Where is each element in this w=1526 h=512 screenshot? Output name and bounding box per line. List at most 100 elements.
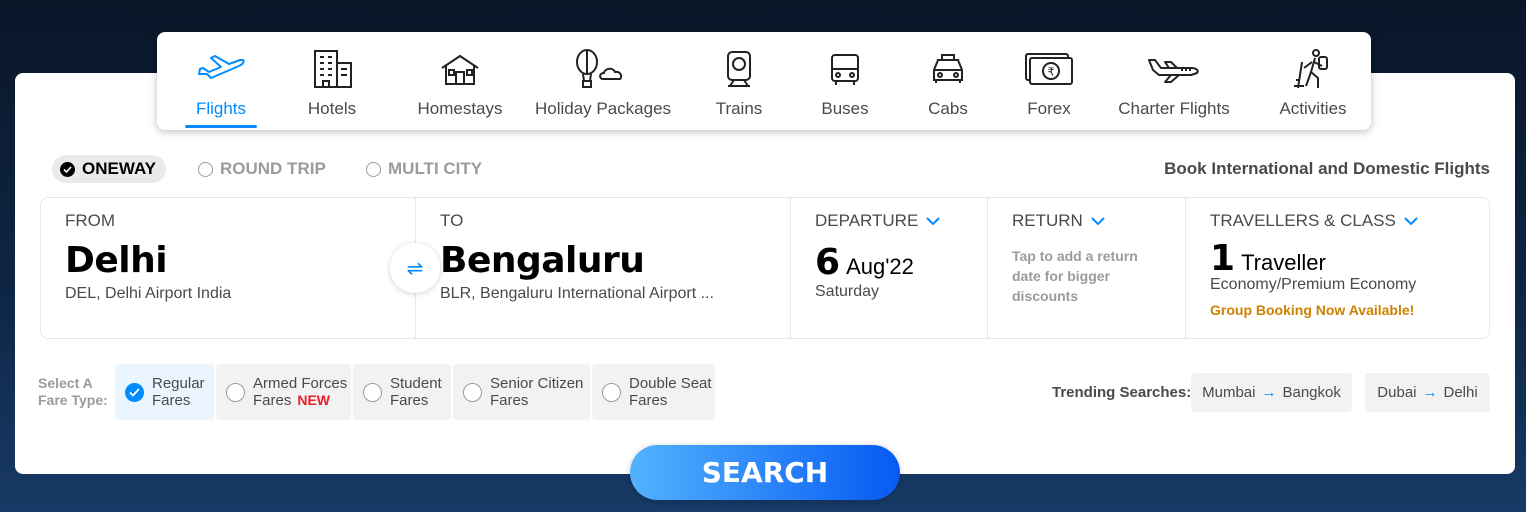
chevron-down-icon (1091, 216, 1105, 225)
fare-option-label: Fares (629, 392, 668, 409)
from-label: FROM (65, 211, 116, 230)
nav-item-hotels[interactable]: Hotels (297, 32, 367, 130)
fare-option-double-seat[interactable]: Double Seat Fares (592, 364, 715, 420)
trip-type-label: MULTI CITY (388, 159, 483, 178)
departure-label-row: DEPARTURE (815, 211, 940, 231)
travel-class: Economy/Premium Economy (1210, 276, 1417, 293)
checked-radio-icon (60, 161, 75, 177)
trend-to: Bangkok (1282, 384, 1341, 401)
radio-icon (366, 161, 381, 177)
radio-icon (226, 382, 245, 402)
fare-type-label-line: Select A (38, 375, 93, 391)
departure-field[interactable]: DEPARTURE 6 Aug'22 Saturday (791, 198, 988, 338)
swap-cities-button[interactable]: ⇌ (390, 243, 440, 293)
nav-item-trains[interactable]: Trains (711, 32, 767, 130)
nav-item-forex[interactable]: ₹ Forex (1021, 32, 1077, 130)
fare-option-label: Armed Forces (253, 375, 348, 392)
balloon-cloud-icon (573, 48, 633, 90)
nav-item-homestays[interactable]: Homestays (415, 32, 505, 130)
plane-icon (195, 48, 247, 90)
trending-search-chip[interactable]: Dubai → Delhi (1365, 373, 1490, 412)
fare-option-label: Fares (152, 392, 191, 409)
trip-type-oneway[interactable]: ONEWAY (52, 155, 166, 183)
nav-item-activities[interactable]: Activities (1275, 32, 1351, 130)
group-booking-link[interactable]: Group Booking Now Available! (1210, 302, 1414, 318)
arrow-right-icon: → (1422, 384, 1438, 401)
return-hint: Tap to add a return date for bigger disc… (1012, 248, 1138, 304)
fare-option-label: Senior Citizen (490, 375, 584, 392)
swap-arrows-icon: ⇌ (406, 257, 424, 280)
hiker-icon (1292, 48, 1334, 90)
fare-option-senior-citizen[interactable]: Senior Citizen Fares (453, 364, 590, 420)
trip-type-label: ONEWAY (82, 159, 157, 178)
return-field[interactable]: RETURN Tap to add a return date for bigg… (988, 198, 1186, 338)
nav-label: Flights (195, 99, 247, 118)
nav-label: Buses (821, 99, 869, 118)
search-button[interactable]: SEARCH (630, 445, 900, 500)
nav-label: Hotels (307, 99, 357, 118)
from-field[interactable]: FROM Delhi DEL, Delhi Airport India (41, 198, 416, 338)
tagline: Book International and Domestic Flights (1164, 159, 1490, 178)
nav-label: Homestays (417, 99, 503, 118)
fare-option-student[interactable]: Student Fares (353, 364, 451, 420)
departure-date: 6 Aug'22 (815, 242, 914, 283)
to-city: Bengaluru (440, 240, 645, 281)
svg-text:₹: ₹ (1048, 66, 1055, 79)
radio-icon (363, 382, 382, 402)
to-airport: BLR, Bengaluru International Airport ... (440, 285, 714, 302)
cab-icon (930, 48, 966, 90)
trend-from: Mumbai (1202, 384, 1256, 401)
bus-icon (828, 48, 862, 90)
departure-label: DEPARTURE (815, 211, 919, 230)
trip-type-multi-city[interactable]: MULTI CITY (366, 155, 482, 183)
nav-item-flights[interactable]: Flights (185, 32, 257, 130)
nav-label: Trains (715, 99, 763, 118)
traveller-number: 1 (1210, 238, 1236, 279)
new-badge: NEW (297, 392, 331, 408)
travellers-class-field[interactable]: TRAVELLERS & CLASS 1 Traveller Economy/P… (1186, 198, 1489, 338)
fare-type-label-line: Fare Type: (38, 392, 108, 408)
nav-label: Cabs (928, 99, 968, 118)
departure-weekday: Saturday (815, 283, 880, 300)
nav-item-buses[interactable]: Buses (817, 32, 873, 130)
checked-radio-icon (125, 382, 144, 402)
trend-from: Dubai (1377, 384, 1417, 401)
rupee-note-icon: ₹ (1024, 48, 1074, 90)
fare-type-label: Select A Fare Type: (38, 375, 108, 409)
active-tab-underline (185, 125, 257, 128)
chevron-down-icon (1404, 216, 1418, 225)
from-city: Delhi (65, 240, 168, 281)
travellers-label: TRAVELLERS & CLASS (1210, 211, 1396, 230)
trip-type-round-trip[interactable]: ROUND TRIP (198, 155, 326, 183)
fare-option-regular[interactable]: Regular Fares (115, 364, 214, 420)
trip-type-label: ROUND TRIP (220, 159, 326, 178)
traveller-count: 1 Traveller (1210, 238, 1326, 279)
fare-option-label: Student (390, 375, 442, 392)
search-fields: FROM Delhi DEL, Delhi Airport India ⇌ TO… (40, 197, 1490, 339)
radio-icon (198, 161, 213, 177)
home-icon (438, 48, 482, 90)
nav-label: Holiday Packages (534, 99, 672, 118)
train-icon (722, 48, 756, 90)
arrow-right-icon: → (1261, 384, 1277, 401)
nav-item-cabs[interactable]: Cabs (923, 32, 973, 130)
trending-searches-label: Trending Searches: (1052, 384, 1192, 401)
chevron-down-icon (926, 216, 940, 225)
radio-icon (463, 382, 482, 402)
to-field[interactable]: TO Bengaluru BLR, Bengaluru Internationa… (416, 198, 791, 338)
nav-item-charter-flights[interactable]: Charter Flights (1115, 32, 1233, 130)
trending-search-chip[interactable]: Mumbai → Bangkok (1191, 373, 1352, 412)
nav-label: Charter Flights (1118, 99, 1230, 118)
fare-option-label: Fares (490, 392, 529, 409)
fare-option-label: Fares (390, 392, 429, 409)
fare-option-label: Fares (253, 392, 292, 409)
product-nav-bar: Flights Hotels Homestays Holiday Package… (157, 32, 1371, 130)
nav-label: Activities (1279, 99, 1347, 118)
nav-item-holiday-packages[interactable]: Holiday Packages (535, 32, 671, 130)
departure-month-year: Aug'22 (846, 254, 914, 279)
travellers-label-row: TRAVELLERS & CLASS (1210, 211, 1418, 231)
return-label: RETURN (1012, 211, 1083, 230)
fare-option-armed-forces[interactable]: Armed Forces Fares NEW (216, 364, 351, 420)
nav-label: Forex (1027, 99, 1071, 118)
fare-option-label: Double Seat (629, 375, 712, 392)
